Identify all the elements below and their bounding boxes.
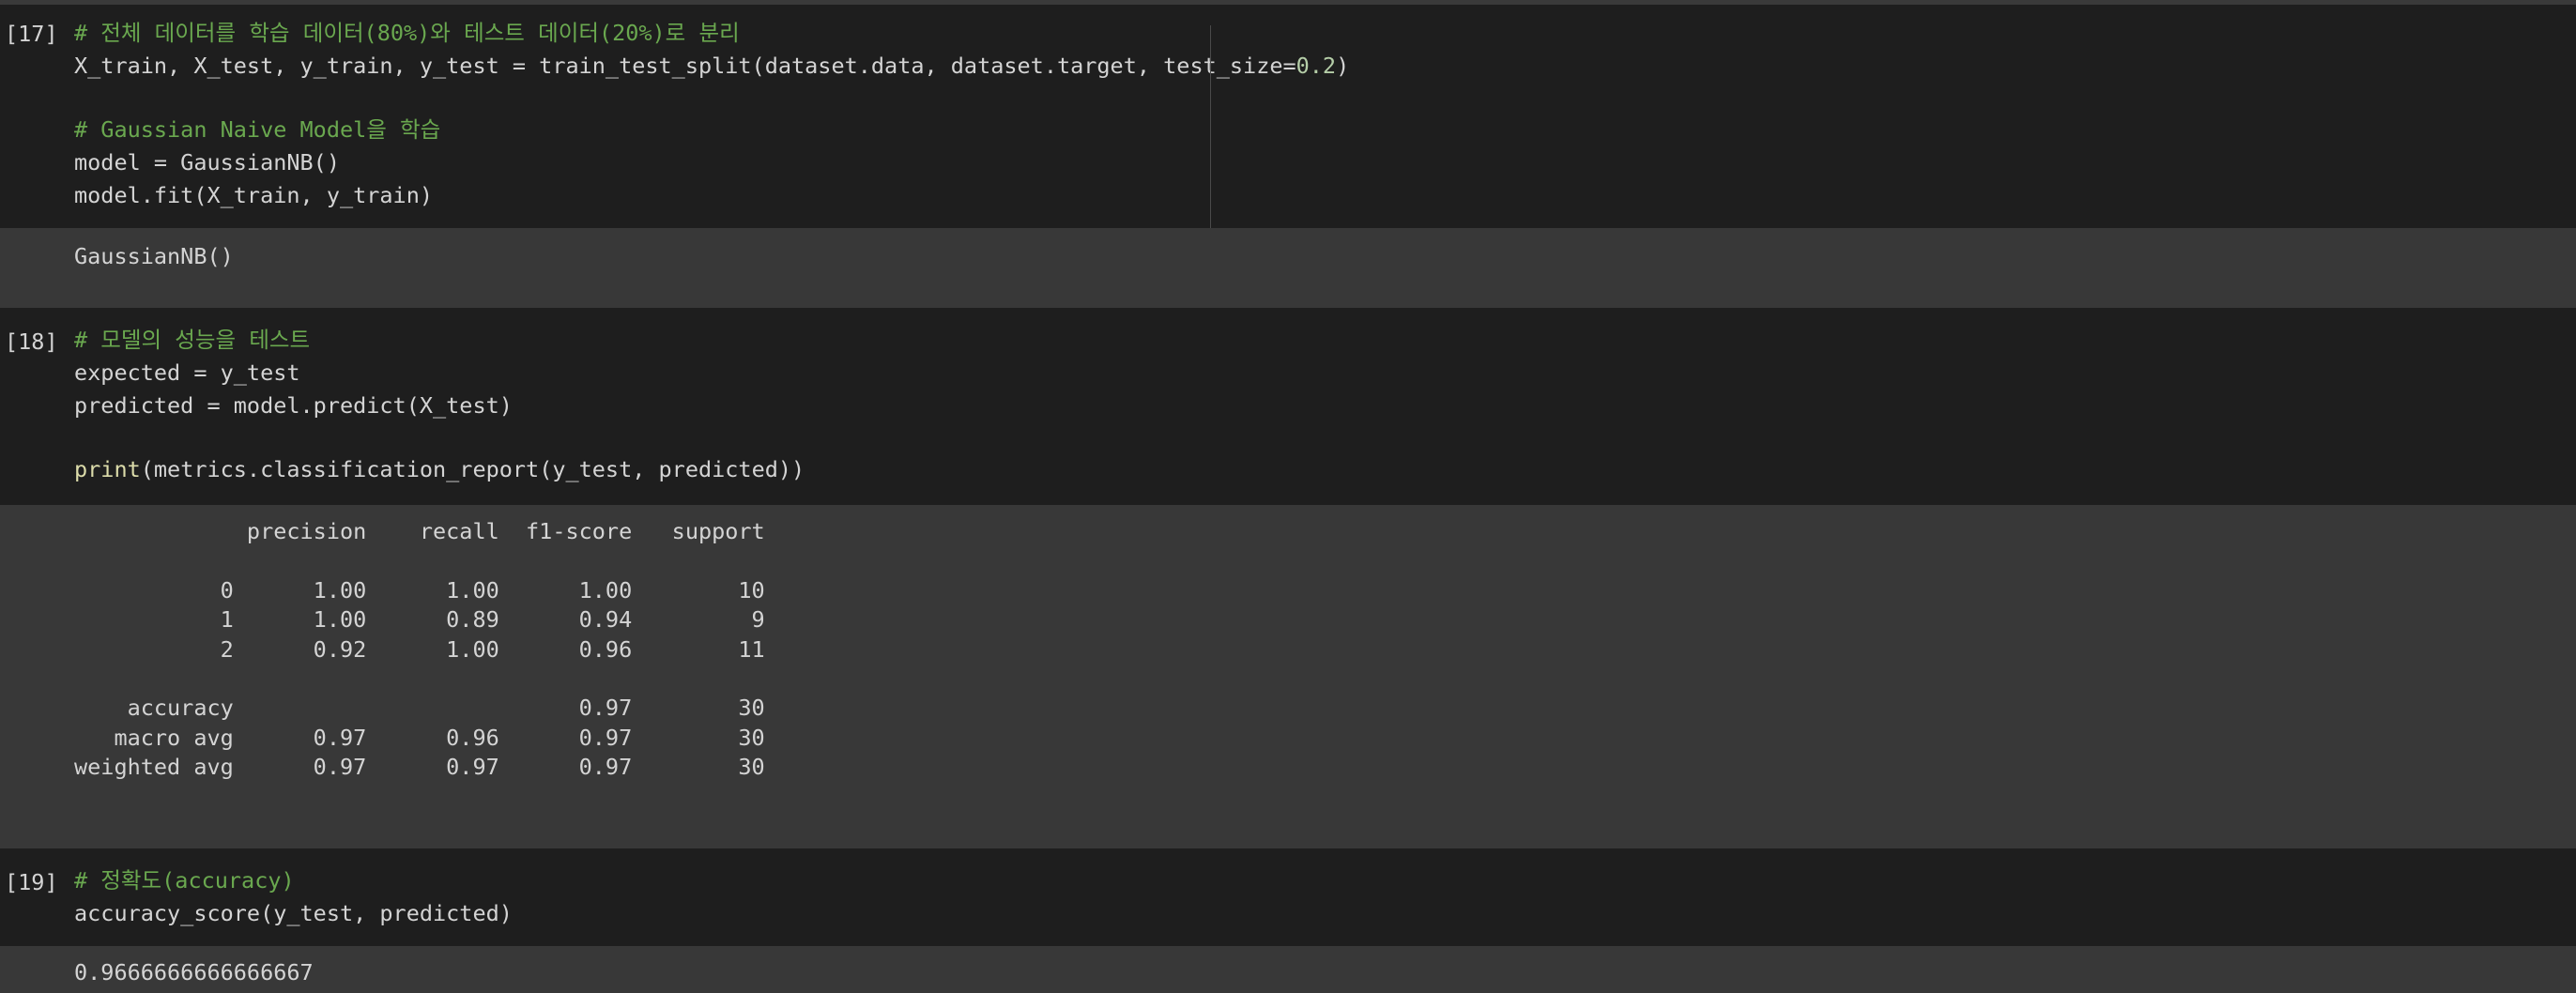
output-text: GaussianNB()	[74, 243, 234, 269]
output-cell-19: 0.9666666666666667	[0, 946, 2576, 993]
report-blank-row	[74, 665, 765, 694]
code-cell-17[interactable]: [17] # 전체 데이터를 학습 데이터(80%)와 테스트 데이터(20%)…	[0, 5, 2576, 234]
output-cell-17: GaussianNB()	[0, 228, 2576, 308]
code-line: accuracy_score(y_test, predicted)	[74, 900, 513, 926]
report-row: weighted avg 0.97 0.97 0.97 30	[74, 754, 765, 781]
code-line: X_train, X_test, y_train, y_test = train…	[74, 50, 1349, 82]
code-comment: # 전체 데이터를 학습 데이터(80%)와 테스트 데이터(20%)로 분리	[74, 20, 740, 46]
code-text: )	[1336, 53, 1350, 79]
code-line: expected = y_test	[74, 359, 300, 386]
notebook: [17] # 전체 데이터를 학습 데이터(80%)와 테스트 데이터(20%)…	[0, 0, 2576, 993]
output-text: 0.9666666666666667	[74, 959, 314, 985]
line-length-ruler	[1210, 25, 1211, 234]
code-text: (metrics.classification_report(y_test, p…	[140, 456, 805, 482]
code-comment: # 모델의 성능을 테스트	[74, 327, 311, 353]
code-line: model.fit(X_train, y_train)	[74, 182, 434, 208]
code-line: predicted = model.predict(X_test)	[74, 392, 513, 419]
execution-prompt: [19]	[5, 869, 58, 895]
report-row: macro avg 0.97 0.96 0.97 30	[74, 724, 765, 751]
execution-prompt: [17]	[5, 21, 58, 47]
code-cell-18[interactable]: [18] # 모델의 성능을 테스트 expected = y_test pre…	[0, 313, 2576, 505]
report-blank-row	[74, 546, 765, 575]
report-row: 1 1.00 0.89 0.94 9	[74, 606, 765, 634]
report-row: 2 0.92 1.00 0.96 11	[74, 635, 765, 663]
code-text: X_train, X_test, y_train, y_test = train…	[74, 53, 1296, 79]
code-line: model = GaussianNB()	[74, 149, 340, 176]
code-line: print(metrics.classification_report(y_te…	[74, 453, 805, 485]
execution-prompt: [18]	[5, 328, 58, 355]
report-header-row: precision recall f1-score support	[74, 518, 765, 544]
report-row: 0 1.00 1.00 1.00 10	[74, 576, 765, 603]
code-comment: # Gaussian Naive Model을 학습	[74, 116, 441, 143]
output-cell-18: precision recall f1-score support 0 1.00…	[0, 505, 2576, 848]
report-row: accuracy 0.97 30	[74, 695, 765, 722]
code-cell-19[interactable]: [19] # 정확도(accuracy) accuracy_score(y_te…	[0, 848, 2576, 946]
builtin-function: print	[74, 456, 141, 482]
code-number: 0.2	[1296, 53, 1337, 79]
classification-report: precision recall f1-score support 0 1.00…	[74, 517, 765, 783]
code-comment: # 정확도(accuracy)	[74, 867, 295, 894]
